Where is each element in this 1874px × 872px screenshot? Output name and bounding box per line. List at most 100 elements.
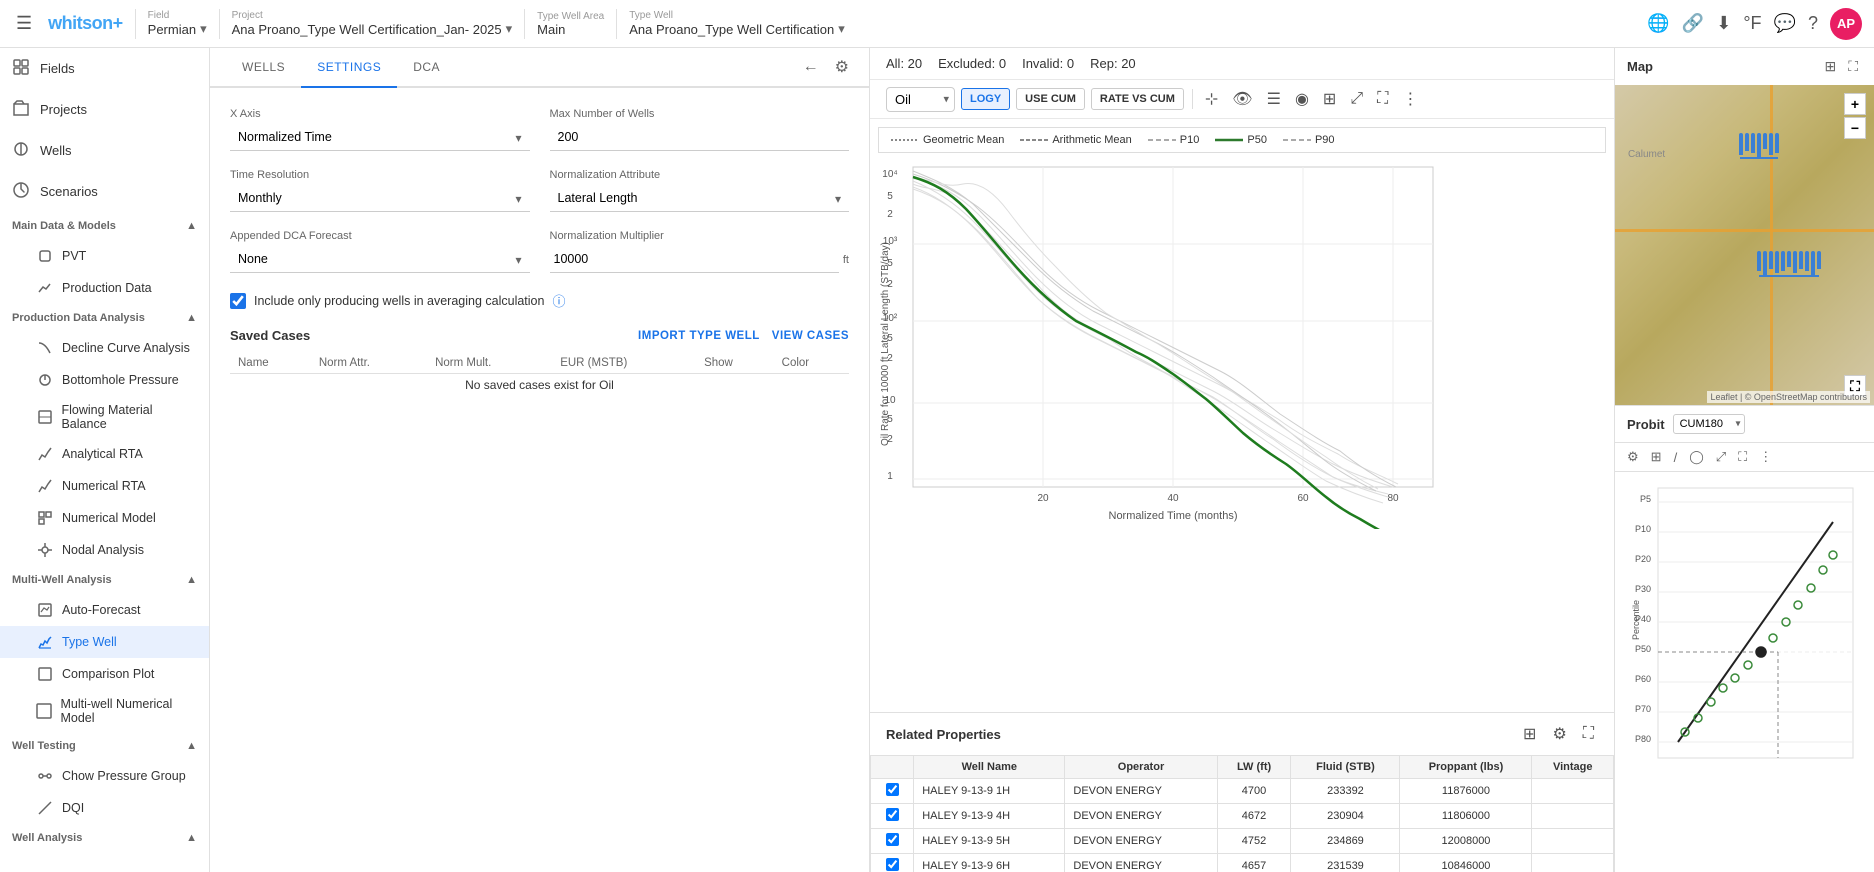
- include-producing-checkbox[interactable]: [230, 293, 246, 309]
- section-well-testing[interactable]: Well Testing ▲: [0, 732, 209, 760]
- sidebar-item-production-data[interactable]: Production Data: [0, 272, 209, 304]
- sidebar-item-dca[interactable]: Decline Curve Analysis: [0, 332, 209, 364]
- probit-header: Probit CUM180 CUM365: [1615, 406, 1874, 443]
- row-fluid: 230904: [1291, 804, 1400, 829]
- table-icon[interactable]: ☰: [1263, 86, 1285, 112]
- section-main-data[interactable]: Main Data & Models ▲: [0, 212, 209, 240]
- probit-fullscreen-icon[interactable]: ⛶: [1734, 447, 1751, 467]
- probit-more-icon[interactable]: ⋮: [1755, 447, 1776, 467]
- saved-cases-title: Saved Cases: [230, 328, 310, 343]
- form-row-2: Time Resolution Monthly Normalization At…: [230, 169, 849, 212]
- map-zoom-in[interactable]: +: [1844, 93, 1866, 115]
- sidebar-item-arta[interactable]: Analytical RTA: [0, 438, 209, 470]
- sidebar-item-dqi[interactable]: DQI: [0, 792, 209, 824]
- norm-attribute-select[interactable]: Lateral Length: [550, 185, 850, 212]
- section-well-analysis[interactable]: Well Analysis ▲: [0, 824, 209, 852]
- menu-icon: ☰: [16, 13, 32, 33]
- probit-svg: P5 P10 P20 P30 P40 P50 P60 P70 P80: [1623, 480, 1861, 800]
- sidebar-item-multi-numerical[interactable]: Multi-well Numerical Model: [0, 690, 209, 732]
- appended-dca-select[interactable]: None: [230, 246, 530, 273]
- section-multi-well[interactable]: Multi-Well Analysis ▲: [0, 566, 209, 594]
- map-table-icon[interactable]: ⊞: [1820, 56, 1840, 77]
- row-fluid: 234869: [1291, 829, 1400, 854]
- globe-icon[interactable]: 🌐: [1647, 13, 1669, 34]
- row-check[interactable]: [871, 779, 914, 804]
- map-zoom-out[interactable]: −: [1844, 117, 1866, 139]
- eye-off-icon[interactable]: 👁: [1228, 86, 1256, 112]
- pie-icon[interactable]: ◉: [1291, 86, 1313, 112]
- sidebar-item-wells[interactable]: Wells: [0, 130, 209, 171]
- sidebar-item-fields[interactable]: Fields: [0, 48, 209, 89]
- sidebar-item-scenarios[interactable]: Scenarios: [0, 171, 209, 212]
- use-cum-button[interactable]: USE CUM: [1016, 88, 1085, 110]
- import-type-well-button[interactable]: IMPORT TYPE WELL: [638, 330, 760, 342]
- type-well-dropdown-icon[interactable]: ▾: [838, 21, 845, 37]
- row-vintage: [1532, 804, 1614, 829]
- settings-button[interactable]: ⚙: [831, 53, 853, 81]
- sidebar-item-num-model[interactable]: Numerical Model: [0, 502, 209, 534]
- sidebar-item-pvt[interactable]: PVT: [0, 240, 209, 272]
- project-dropdown-icon[interactable]: ▾: [506, 21, 513, 37]
- norm-multiplier-input[interactable]: [550, 246, 839, 273]
- wells-icon: [12, 140, 30, 161]
- related-layout-icon[interactable]: ⊞: [1519, 721, 1540, 747]
- probit-chart: P5 P10 P20 P30 P40 P50 P60 P70 P80: [1615, 472, 1874, 872]
- max-wells-input[interactable]: [550, 124, 850, 151]
- sidebar-item-type-well[interactable]: Type Well: [0, 626, 209, 658]
- avatar[interactable]: AP: [1830, 8, 1862, 40]
- grid-icon[interactable]: ⊞: [1319, 86, 1340, 112]
- x-axis-select[interactable]: Normalized Time: [230, 124, 530, 151]
- info-icon[interactable]: ⓘ: [552, 291, 565, 310]
- row-check[interactable]: [871, 829, 914, 854]
- map-expand-icon[interactable]: ⛶: [1844, 56, 1862, 77]
- tab-dca[interactable]: DCA: [397, 48, 456, 88]
- section-production-analysis[interactable]: Production Data Analysis ▲: [0, 304, 209, 332]
- dca-label: Decline Curve Analysis: [62, 341, 190, 355]
- topbar-sep-3: [524, 9, 525, 39]
- logy-button[interactable]: LOGY: [961, 88, 1010, 110]
- sidebar-item-bhp[interactable]: Bottomhole Pressure: [0, 364, 209, 396]
- probit-table-icon[interactable]: ⊞: [1647, 447, 1666, 467]
- probit-lasso-icon[interactable]: ◯: [1685, 447, 1708, 467]
- probit-expand-icon[interactable]: ⤢: [1712, 447, 1730, 467]
- view-cases-button[interactable]: VIEW CASES: [772, 330, 849, 342]
- sidebar-item-projects[interactable]: Projects: [0, 89, 209, 130]
- help-icon[interactable]: ?: [1808, 13, 1818, 34]
- tab-wells[interactable]: WELLS: [226, 48, 301, 88]
- field-dropdown-icon[interactable]: ▾: [200, 21, 207, 37]
- svg-text:10⁴: 10⁴: [882, 169, 897, 180]
- chat-icon[interactable]: 💬: [1774, 13, 1796, 34]
- expand-chart-icon[interactable]: ⤢: [1346, 87, 1367, 111]
- time-resolution-select[interactable]: Monthly: [230, 185, 530, 212]
- sidebar-item-fmb[interactable]: Flowing Material Balance: [0, 396, 209, 438]
- sidebar-item-chow[interactable]: Chow Pressure Group: [0, 760, 209, 792]
- row-check[interactable]: [871, 804, 914, 829]
- link-icon[interactable]: 🔗: [1682, 13, 1704, 34]
- probit-settings-icon[interactable]: ⚙: [1623, 447, 1643, 467]
- col-eur: EUR (MSTB): [552, 353, 696, 374]
- tab-settings[interactable]: SETTINGS: [301, 48, 397, 88]
- norm-multiplier-label: Normalization Multiplier: [550, 230, 850, 242]
- download-icon[interactable]: ⬇: [1716, 13, 1731, 34]
- back-button[interactable]: ←: [799, 53, 823, 81]
- probit-edit-icon[interactable]: /: [1670, 447, 1682, 467]
- fullscreen-icon[interactable]: ⛶: [1373, 87, 1392, 111]
- related-expand-icon[interactable]: ⛶: [1579, 721, 1598, 747]
- sidebar-item-comparison[interactable]: Comparison Plot: [0, 658, 209, 690]
- probit-select[interactable]: CUM180 CUM365: [1673, 414, 1745, 434]
- sidebar-item-nodal[interactable]: Nodal Analysis: [0, 534, 209, 566]
- row-check[interactable]: [871, 854, 914, 872]
- x-axis-group: X Axis Normalized Time: [230, 108, 530, 151]
- fluid-select[interactable]: Oil Gas Water: [886, 87, 955, 112]
- no-data-message: No saved cases exist for Oil: [230, 374, 849, 397]
- cursor-icon[interactable]: ⊹: [1201, 86, 1222, 112]
- rate-vs-cum-button[interactable]: RATE VS CUM: [1091, 88, 1184, 110]
- menu-button[interactable]: ☰: [12, 9, 36, 38]
- type-well-value: Ana Proano_Type Well Certification ▾: [629, 21, 845, 37]
- sidebar-item-nrta[interactable]: Numerical RTA: [0, 470, 209, 502]
- sidebar-item-auto-forecast[interactable]: Auto-Forecast: [0, 594, 209, 626]
- related-col-proppant: Proppant (lbs): [1400, 756, 1532, 779]
- temperature-icon[interactable]: °F: [1743, 13, 1761, 34]
- related-settings-icon[interactable]: ⚙: [1548, 721, 1570, 747]
- more-icon[interactable]: ⋮: [1398, 86, 1422, 112]
